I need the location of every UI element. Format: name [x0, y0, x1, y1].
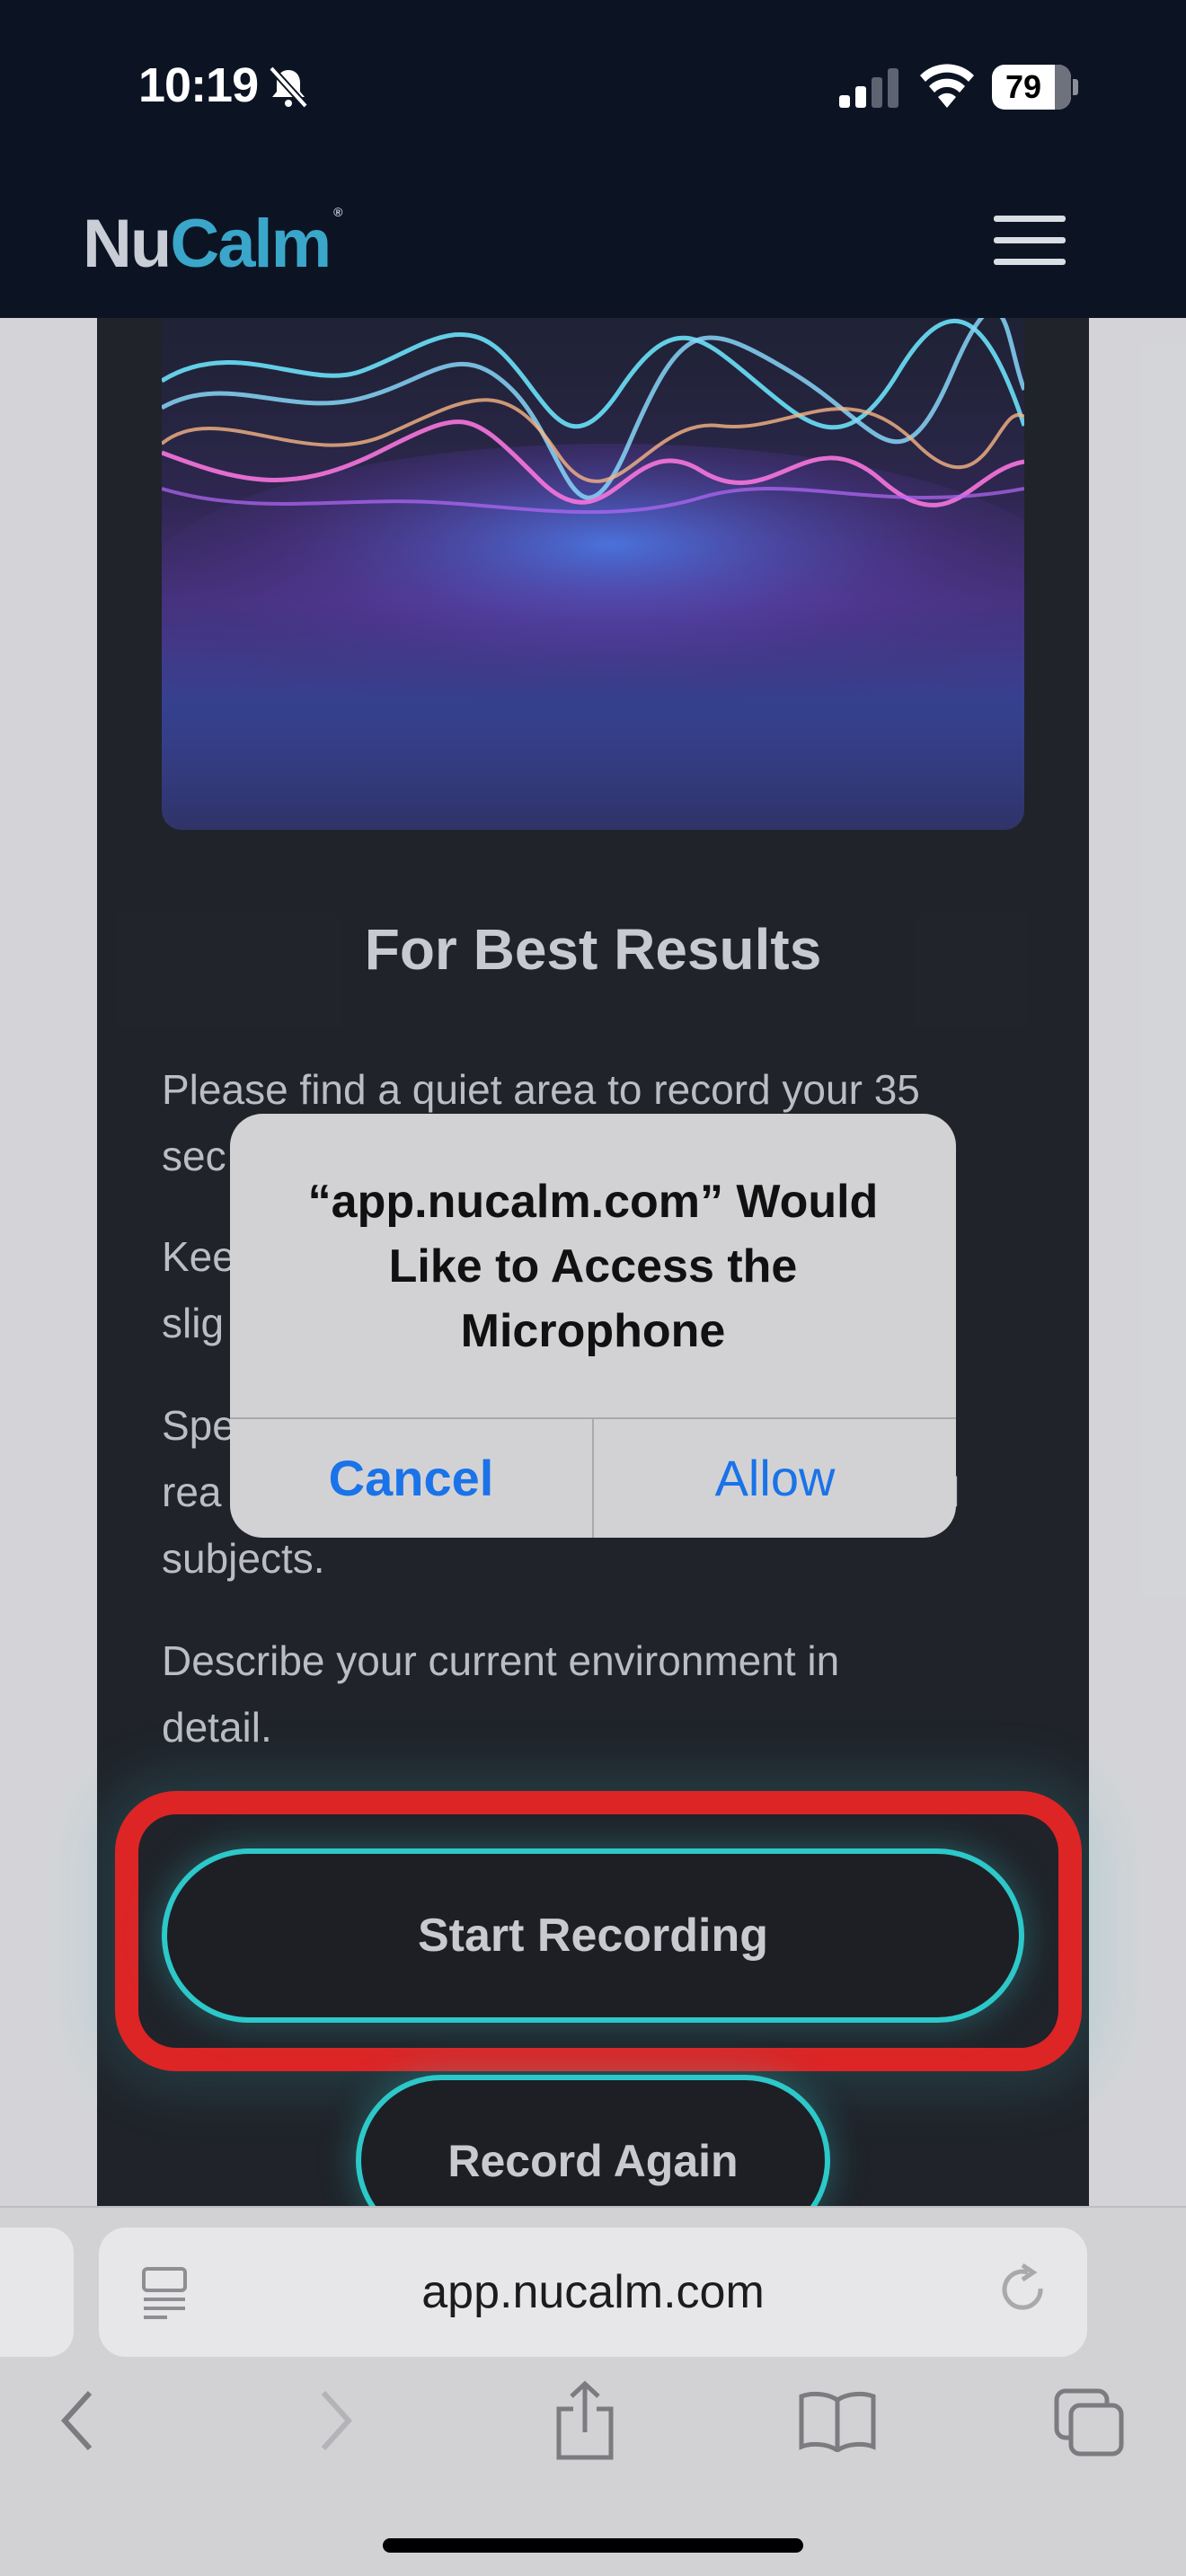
forward-icon[interactable] — [316, 2389, 356, 2452]
reload-icon[interactable] — [999, 2263, 1051, 2321]
share-icon[interactable] — [553, 2380, 616, 2461]
cancel-button[interactable]: Cancel — [230, 1419, 592, 1538]
site-header: 10:19 79 NuCalm ® — [0, 0, 1186, 318]
hamburger-menu-icon[interactable] — [994, 216, 1066, 266]
allow-button[interactable]: Allow — [594, 1419, 956, 1538]
signal-icon — [839, 68, 898, 108]
home-indicator[interactable] — [383, 2538, 803, 2553]
microphone-permission-alert: “app.nucalm.com” Would Like to Access th… — [230, 1114, 956, 1538]
bell-slash-icon — [269, 66, 308, 109]
alert-title-line: “app.nucalm.com” Would — [307, 1176, 879, 1228]
previous-tab-preview[interactable] — [0, 2228, 74, 2357]
logo-mark: ® — [333, 205, 342, 219]
alert-title: “app.nucalm.com” Would Like to Access th… — [266, 1169, 920, 1363]
logo-nu: Nu — [83, 206, 172, 282]
alert-title-line: Like to Access the — [388, 1240, 798, 1292]
back-icon[interactable] — [58, 2389, 97, 2452]
logo-calm: Calm — [170, 206, 332, 282]
bookmarks-icon[interactable] — [798, 2389, 877, 2452]
alert-title-line: Microphone — [460, 1305, 726, 1357]
battery-icon: 79 — [992, 65, 1078, 110]
wifi-icon — [920, 64, 974, 108]
url-text[interactable]: app.nucalm.com — [99, 2228, 1087, 2357]
nucalm-logo[interactable]: NuCalm ® — [83, 205, 343, 283]
tabs-icon[interactable] — [1053, 2387, 1125, 2457]
battery-percent: 79 — [1005, 68, 1042, 105]
status-time: 10:19 — [138, 58, 259, 112]
